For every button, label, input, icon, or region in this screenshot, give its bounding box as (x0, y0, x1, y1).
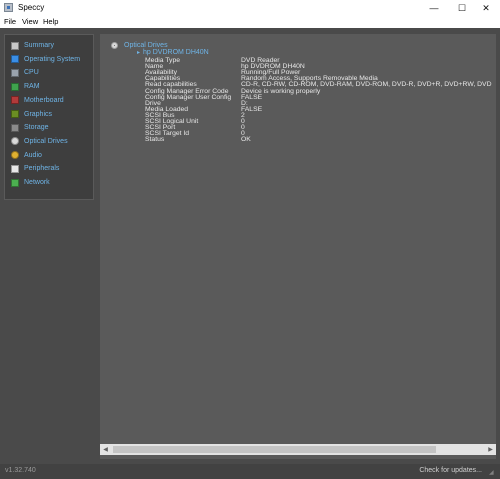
sidebar-nav: Summary Operating System CPU RAM Motherboard… (4, 34, 94, 200)
window-title: Speccy (18, 3, 45, 12)
sidebar-item-graphics[interactable]: Graphics (11, 109, 93, 120)
sidebar-item-label: Motherboard (24, 96, 64, 104)
summary-icon (11, 41, 19, 50)
sidebar-item-ram[interactable]: RAM (11, 81, 93, 92)
menu-bar: File View Help (0, 16, 500, 28)
sidebar-item-audio[interactable]: Audio (11, 150, 93, 161)
sidebar-item-label: Network (24, 179, 50, 186)
sidebar-item-label: Summary (24, 42, 54, 49)
device-name[interactable]: hp DVDROM DH40N (143, 49, 209, 56)
property-key: Status (145, 136, 165, 144)
sidebar-item-network[interactable]: Network (11, 177, 93, 188)
sidebar-item-optical-drives[interactable]: Optical Drives (11, 136, 93, 147)
sidebar-item-storage[interactable]: Storage (11, 122, 93, 133)
sidebar-item-label: Graphics (24, 110, 53, 118)
ram-icon (11, 82, 19, 91)
sidebar-item-label: Audio (24, 151, 42, 159)
peripherals-icon (11, 164, 19, 173)
details-panel: Optical Drives ▸ hp DVDROM DH40N Media T… (100, 34, 496, 459)
optical-drive-icon (11, 137, 19, 146)
network-icon (11, 178, 19, 187)
sidebar-item-label: Optical Drives (24, 137, 68, 145)
storage-icon (11, 123, 19, 132)
check-updates-link[interactable]: Check for updates... (419, 467, 482, 474)
expand-arrow-icon: ▸ (137, 50, 141, 56)
sidebar-item-label: Storage (24, 124, 49, 132)
status-bar: v1.32.740 Check for updates... ◢ (0, 464, 500, 479)
motherboard-icon (11, 96, 19, 105)
sidebar-item-label: CPU (24, 69, 39, 77)
section-title[interactable]: Optical Drives (124, 42, 168, 49)
minimize-button[interactable]: — (420, 0, 448, 16)
version-label: v1.32.740 (5, 467, 36, 474)
menu-view[interactable]: View (22, 17, 38, 26)
sidebar-item-label: Operating System (24, 55, 81, 63)
cpu-icon (11, 68, 19, 77)
optical-drive-icon (111, 42, 118, 49)
audio-icon (11, 151, 19, 160)
graphics-icon (11, 110, 19, 118)
scroll-left-arrow-icon[interactable]: ◀ (100, 444, 111, 455)
sidebar-item-motherboard[interactable]: Motherboard (11, 95, 93, 106)
sidebar-item-label: RAM (24, 83, 40, 91)
scroll-thumb[interactable] (113, 446, 436, 453)
sidebar-item-cpu[interactable]: CPU (11, 67, 93, 78)
sidebar-item-operating-system[interactable]: Operating System (11, 54, 93, 65)
sidebar-item-peripherals[interactable]: Peripherals (11, 163, 93, 174)
resize-grip-icon[interactable]: ◢ (489, 469, 497, 477)
sidebar-item-summary[interactable]: Summary (11, 40, 93, 51)
windows-icon (11, 55, 19, 64)
scroll-right-arrow-icon[interactable]: ▶ (485, 444, 496, 455)
sidebar-item-label: Peripherals (24, 165, 60, 173)
title-bar: Speccy — ☐ ✕ (0, 0, 500, 17)
menu-help[interactable]: Help (43, 17, 58, 26)
property-value: OK (241, 136, 251, 144)
speccy-app-icon (4, 3, 13, 12)
menu-file[interactable]: File (4, 17, 16, 26)
close-button[interactable]: ✕ (472, 0, 500, 16)
horizontal-scrollbar[interactable]: ◀ ▶ (100, 444, 496, 455)
